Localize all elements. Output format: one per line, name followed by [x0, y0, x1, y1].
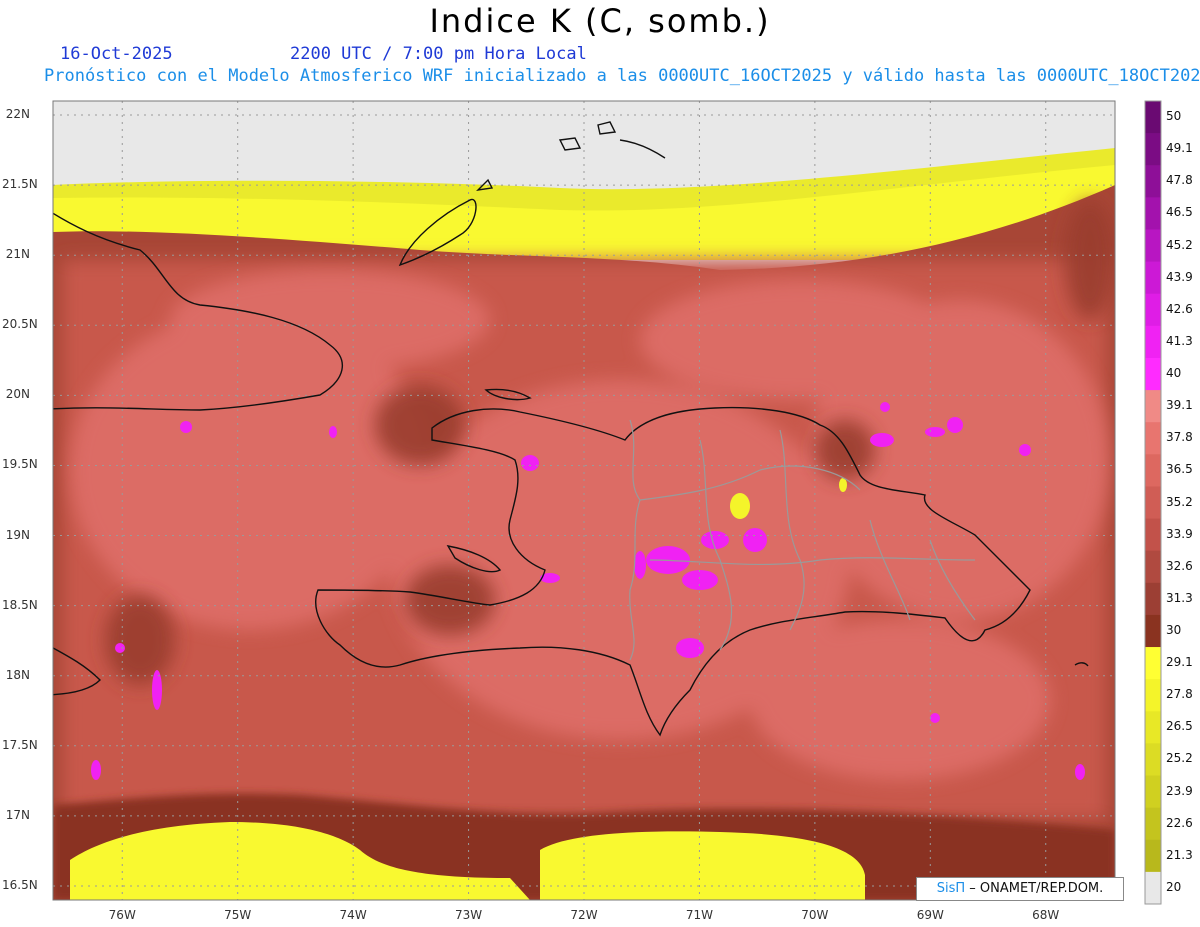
colorbar-label: 20 — [1166, 879, 1182, 894]
lat-label: 19N — [5, 527, 30, 542]
colorbar-swatch — [1145, 101, 1161, 134]
lat-label: 22N — [5, 107, 30, 122]
colorbar-swatch — [1145, 582, 1161, 616]
lat-label: 21N — [5, 247, 30, 262]
colorbar-swatch — [1145, 229, 1161, 263]
colorbar-label: 36.5 — [1166, 462, 1193, 477]
colorbar-swatch — [1145, 454, 1161, 487]
colorbar-swatch — [1145, 197, 1161, 230]
colorbar-label: 26.5 — [1166, 719, 1193, 734]
colorbar-swatch — [1145, 518, 1161, 552]
colorbar-swatch — [1145, 422, 1161, 455]
lat-label: 20N — [5, 387, 30, 402]
lon-label: 72W — [570, 908, 598, 922]
colorbar-label: 46.5 — [1166, 205, 1193, 220]
colorbar-label: 45.2 — [1166, 237, 1193, 252]
colorbar-swatch — [1145, 357, 1161, 391]
colorbar-swatch — [1145, 390, 1161, 423]
lat-label: 17.5N — [2, 737, 38, 752]
colorbar-swatch — [1145, 679, 1161, 712]
colorbar-label: 35.2 — [1166, 494, 1193, 509]
colorbar-label: 22.6 — [1166, 815, 1193, 830]
colorbar-label: 21.3 — [1166, 847, 1193, 862]
lon-label: 68W — [1032, 908, 1060, 922]
colorbar-swatch — [1145, 839, 1161, 873]
colorbar-label: 42.6 — [1166, 301, 1193, 316]
lon-label: 70W — [801, 908, 829, 922]
lon-label: 75W — [224, 908, 252, 922]
lat-label: 17N — [5, 807, 30, 822]
map-canvas — [52, 100, 1162, 905]
credit-brand: SisΠ — [936, 881, 966, 896]
k-index-field — [53, 101, 1115, 900]
colorbar-label: 32.6 — [1166, 558, 1193, 573]
colorbar-label: 31.3 — [1166, 590, 1193, 605]
lon-label: 71W — [685, 908, 713, 922]
lat-label: 18N — [5, 667, 30, 682]
colorbar-swatch — [1145, 871, 1161, 905]
colorbar — [1144, 100, 1162, 905]
colorbar-swatch — [1145, 133, 1161, 166]
colorbar-label: 43.9 — [1166, 269, 1193, 284]
colorbar-label: 49.1 — [1166, 141, 1193, 156]
colorbar-swatch — [1145, 711, 1161, 744]
colorbar-swatch — [1145, 807, 1161, 841]
colorbar-swatch — [1145, 743, 1161, 777]
colorbar-label: 41.3 — [1166, 333, 1193, 348]
colorbar-swatch — [1145, 614, 1161, 648]
credit-box: SisΠ – ONAMET/REP.DOM. — [916, 877, 1124, 901]
colorbar-label: 29.1 — [1166, 655, 1193, 670]
lat-label: 18.5N — [2, 597, 38, 612]
colorbar-label: 27.8 — [1166, 687, 1193, 702]
colorbar-label: 33.9 — [1166, 526, 1193, 541]
colorbar-label: 23.9 — [1166, 783, 1193, 798]
colorbar-label: 30 — [1166, 622, 1182, 637]
colorbar-swatch — [1145, 647, 1161, 680]
lat-label: 20.5N — [2, 317, 38, 332]
colorbar-label: 37.8 — [1166, 430, 1193, 445]
colorbar-label: 50 — [1166, 109, 1182, 124]
credit-text: – ONAMET/REP.DOM. — [969, 881, 1104, 896]
colorbar-swatch — [1145, 325, 1161, 359]
lat-label: 16.5N — [2, 877, 38, 892]
colorbar-swatch — [1145, 486, 1161, 520]
colorbar-label: 40 — [1166, 366, 1182, 381]
colorbar-label: 47.8 — [1166, 173, 1193, 188]
lon-label: 76W — [108, 908, 136, 922]
lat-label: 19.5N — [2, 457, 38, 472]
colorbar-swatch — [1145, 165, 1161, 198]
colorbar-swatch — [1145, 775, 1161, 809]
lon-label: 69W — [916, 908, 944, 922]
colorbar-swatch — [1145, 293, 1161, 327]
colorbar-swatch — [1145, 550, 1161, 584]
lon-label: 74W — [339, 908, 367, 922]
colorbar-label: 39.1 — [1166, 398, 1193, 413]
colorbar-label: 25.2 — [1166, 751, 1193, 766]
lat-label: 21.5N — [2, 177, 38, 192]
colorbar-swatch — [1145, 261, 1161, 295]
lon-label: 73W — [454, 908, 483, 922]
